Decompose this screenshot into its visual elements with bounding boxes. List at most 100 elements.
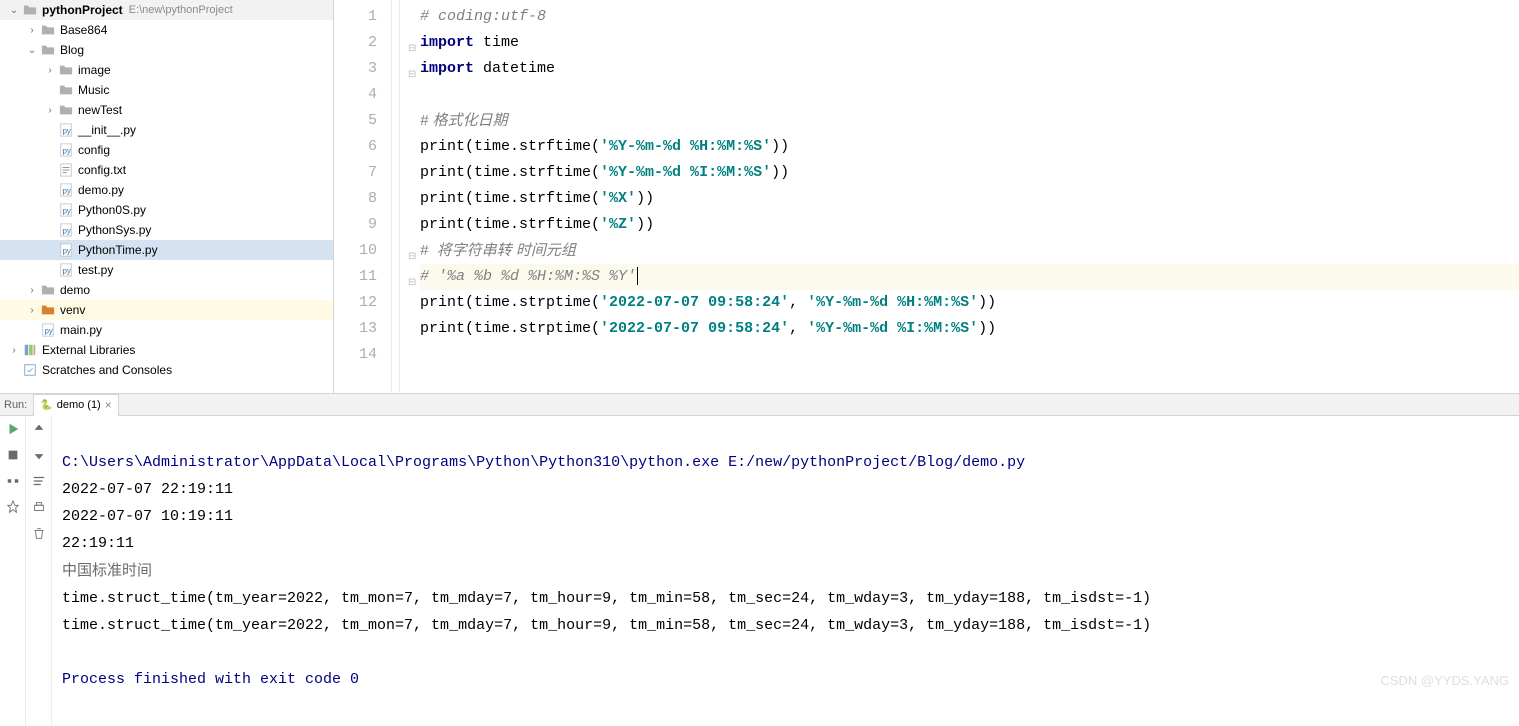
run-panel: Run: 🐍 demo (1) × C:\Users\Administ (0, 394, 1519, 694)
tree-label: venv (60, 303, 85, 317)
text-caret (637, 267, 638, 285)
tree-node[interactable]: ·config.txt (0, 160, 333, 180)
fold-icon[interactable]: ⊟ (408, 63, 418, 73)
svg-text:py: py (45, 327, 53, 336)
tree-label: Base864 (60, 23, 107, 37)
tree-node[interactable]: › Base864 (0, 20, 333, 40)
lib-icon (22, 342, 38, 358)
up-icon[interactable] (30, 420, 48, 438)
chevron-right-icon[interactable]: › (24, 305, 40, 316)
tree-node[interactable]: › venv (0, 300, 333, 320)
tree-node[interactable]: ·pyconfig (0, 140, 333, 160)
project-tree[interactable]: ⌄pythonProjectE:\new\pythonProject›Base8… (0, 0, 334, 393)
rerun-button[interactable] (4, 420, 22, 438)
folder-icon (40, 42, 56, 58)
folder-icon (40, 22, 56, 38)
code-comment: # '%a %b %d %H:%M:%S %Y' (420, 268, 636, 285)
tree-node[interactable]: ·Scratches and Consoles (0, 360, 333, 380)
chevron-right-icon[interactable]: › (24, 25, 40, 36)
tree-label: image (78, 63, 111, 77)
tree-node[interactable]: › image (0, 60, 333, 80)
svg-text:py: py (63, 147, 71, 156)
tree-node[interactable]: ·Music (0, 80, 333, 100)
tree-label: pythonProject (42, 3, 123, 17)
svg-text:py: py (63, 247, 71, 256)
console-output[interactable]: C:\Users\Administrator\AppData\Local\Pro… (52, 416, 1519, 726)
tree-node[interactable]: ·pydemo.py (0, 180, 333, 200)
tree-label: External Libraries (42, 343, 135, 357)
tree-label: PythonSys.py (78, 223, 151, 237)
tree-label: config (78, 143, 110, 157)
tree-node[interactable]: ⌄pythonProjectE:\new\pythonProject (0, 0, 333, 20)
folder-icon (22, 2, 38, 18)
tree-node[interactable]: ·pyPythonTime.py (0, 240, 333, 260)
tree-label: demo.py (78, 183, 124, 197)
folder-icon (40, 282, 56, 298)
folder-icon (58, 102, 74, 118)
tree-node[interactable]: ·pymain.py (0, 320, 333, 340)
py-icon: py (58, 122, 74, 138)
python-icon: 🐍 (40, 400, 52, 411)
venv-icon (40, 302, 56, 318)
py-icon: py (58, 142, 74, 158)
console-line: 2022-07-07 22:19:11 (62, 481, 233, 498)
py-icon: py (58, 182, 74, 198)
chevron-down-icon[interactable]: ⌄ (6, 5, 22, 16)
tree-label: main.py (60, 323, 102, 337)
chevron-right-icon[interactable]: › (42, 105, 58, 116)
code-comment: # 格式化日期 (420, 112, 508, 129)
tree-node[interactable]: ·pyPython0S.py (0, 200, 333, 220)
txt-icon (58, 162, 74, 178)
tree-label: Python0S.py (78, 203, 146, 217)
py-icon: py (40, 322, 56, 338)
tree-node[interactable]: ⌄ Blog (0, 40, 333, 60)
svg-text:py: py (63, 267, 71, 276)
code-comment: # 将字符串转 时间元组 (420, 242, 576, 259)
tree-node[interactable]: › newTest (0, 100, 333, 120)
py-icon: py (58, 202, 74, 218)
py-icon: py (58, 222, 74, 238)
run-tab[interactable]: 🐍 demo (1) × (33, 394, 119, 416)
svg-text:py: py (63, 127, 71, 136)
down-icon[interactable] (30, 446, 48, 464)
console-exit: Process finished with exit code 0 (62, 671, 359, 688)
restart-button[interactable] (4, 472, 22, 490)
console-line: 中国标准时间 (62, 562, 152, 579)
scratch-icon (22, 362, 38, 378)
chevron-down-icon[interactable]: ⌄ (24, 45, 40, 56)
folder-icon (58, 62, 74, 78)
tree-label: test.py (78, 263, 113, 277)
tree-node[interactable]: › External Libraries (0, 340, 333, 360)
pin-button[interactable] (4, 498, 22, 516)
tree-label: config.txt (78, 163, 126, 177)
fold-icon[interactable]: ⊟ (408, 245, 418, 255)
tree-node[interactable]: ·py__init__.py (0, 120, 333, 140)
run-tab-title: demo (1) (57, 399, 101, 411)
tree-label: PythonTime.py (78, 243, 158, 257)
run-label: Run: (4, 399, 27, 411)
code-editor[interactable]: 1234567891011121314 # coding:utf-8 ⊟impo… (334, 0, 1519, 393)
chevron-right-icon[interactable]: › (24, 285, 40, 296)
tree-label: Scratches and Consoles (42, 363, 172, 377)
tree-node[interactable]: ›demo (0, 280, 333, 300)
close-icon[interactable]: × (105, 398, 112, 412)
tree-label: Music (78, 83, 109, 97)
tree-label: Blog (60, 43, 84, 57)
chevron-right-icon[interactable]: › (6, 345, 22, 356)
py-icon: py (58, 262, 74, 278)
fold-icon[interactable]: ⊟ (408, 271, 418, 281)
stop-button[interactable] (4, 446, 22, 464)
tree-node[interactable]: ·pyPythonSys.py (0, 220, 333, 240)
soft-wrap-button[interactable] (30, 472, 48, 490)
tree-label: __init__.py (78, 123, 136, 137)
tree-label: newTest (78, 103, 122, 117)
line-gutter: 1234567891011121314 (334, 0, 392, 393)
chevron-right-icon[interactable]: › (42, 65, 58, 76)
trash-button[interactable] (30, 524, 48, 542)
tree-node[interactable]: ·pytest.py (0, 260, 333, 280)
print-button[interactable] (30, 498, 48, 516)
folder-icon (58, 82, 74, 98)
console-path: C:\Users\Administrator\AppData\Local\Pro… (62, 454, 1025, 471)
fold-icon[interactable]: ⊟ (408, 37, 418, 47)
code-area[interactable]: # coding:utf-8 ⊟import time ⊟import date… (400, 0, 1519, 393)
